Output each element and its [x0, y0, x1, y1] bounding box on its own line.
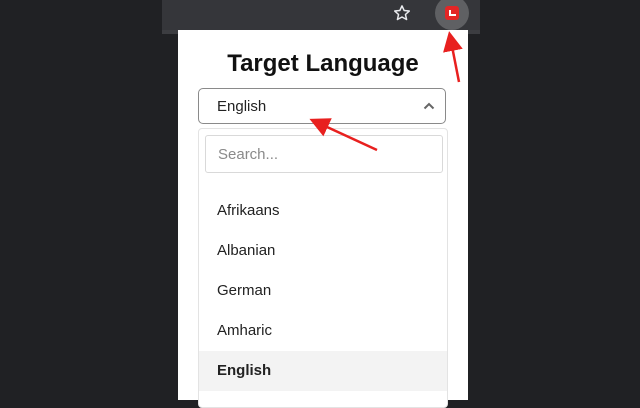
language-select[interactable]: English	[198, 88, 446, 124]
language-option[interactable]: German	[199, 271, 447, 311]
language-option-selected[interactable]: English	[199, 351, 447, 391]
language-option[interactable]: Afrikaans	[199, 191, 447, 231]
chevron-up-icon	[423, 102, 435, 110]
language-option[interactable]: Amharic	[199, 311, 447, 351]
language-option-list: Afrikaans Albanian German Amharic Englis…	[199, 191, 447, 391]
language-option[interactable]: Albanian	[199, 231, 447, 271]
language-search-input[interactable]	[205, 135, 443, 173]
selected-language-value: English	[217, 97, 267, 115]
language-dropdown: Afrikaans Albanian German Amharic Englis…	[198, 128, 448, 408]
extension-popup: Target Language English Afrikaans Albani…	[178, 30, 468, 408]
browser-toolbar	[162, 0, 480, 30]
translate-extension-icon	[445, 6, 459, 20]
bookmark-star-button[interactable]	[390, 1, 414, 25]
popup-title: Target Language	[227, 50, 419, 77]
star-icon	[393, 5, 411, 21]
